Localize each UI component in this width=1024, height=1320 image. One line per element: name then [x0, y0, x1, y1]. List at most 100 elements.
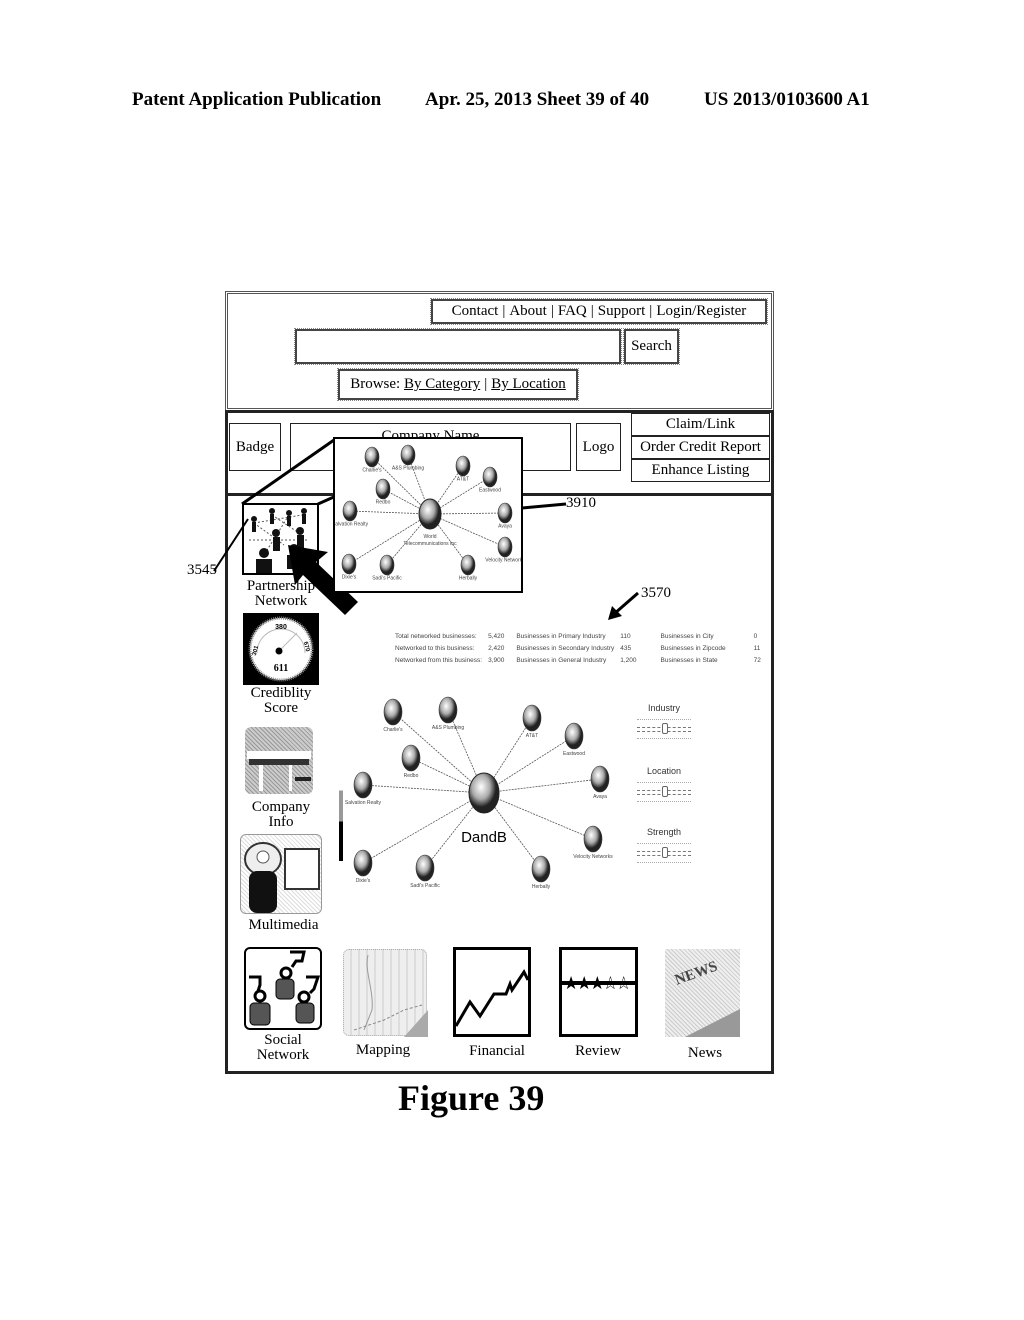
- graph-node-label: Velocity Networks: [485, 558, 521, 564]
- popup-center-label: Telecommunications Inc: [403, 541, 457, 547]
- graph-node[interactable]: [364, 446, 380, 468]
- graph-node[interactable]: [497, 536, 513, 558]
- slider-thumb[interactable]: [662, 786, 668, 797]
- graph-node[interactable]: [497, 502, 513, 524]
- graph-node-label: Dixie's: [356, 878, 371, 884]
- building-icon: [247, 751, 311, 791]
- browse-separator: |: [484, 376, 488, 392]
- nav-support[interactable]: Support: [598, 303, 646, 320]
- claim-link-button[interactable]: Claim/Link: [631, 413, 770, 436]
- stat-value: 72: [753, 657, 761, 664]
- graph-node-label: Avaya: [593, 794, 607, 800]
- filter-slider[interactable]: [637, 786, 691, 797]
- publication-label: Patent Application Publication: [132, 89, 382, 110]
- browse-label: Browse:: [350, 376, 401, 392]
- search-button[interactable]: Search: [623, 328, 680, 365]
- graph-center-node[interactable]: [418, 498, 442, 530]
- stat-value: 2,420: [488, 645, 505, 652]
- camera-icon: [244, 842, 320, 913]
- star-filled-icon[interactable]: ★: [589, 973, 605, 993]
- star-empty-icon[interactable]: ☆: [602, 973, 618, 993]
- social-network-tile[interactable]: [244, 947, 322, 1030]
- graph-node-label: Velocity Networks: [573, 854, 613, 860]
- nav-about[interactable]: About: [509, 303, 547, 320]
- enhance-listing-button[interactable]: Enhance Listing: [631, 459, 770, 482]
- stat-value: 110: [620, 633, 631, 640]
- filter-slider[interactable]: [637, 723, 691, 734]
- graph-node-label: AT&T: [457, 477, 469, 483]
- graph-node[interactable]: [379, 554, 395, 576]
- graph-node-label: Eastwood: [563, 751, 585, 757]
- zoom-callout-lines: [241, 438, 337, 506]
- leader-line-3545: [213, 518, 249, 572]
- graph-edge: [349, 510, 431, 515]
- stat-value: 0: [753, 633, 758, 640]
- graph-node[interactable]: [401, 744, 421, 772]
- graph-node-label: Sadi's Pacific: [372, 576, 402, 582]
- graph-node[interactable]: [564, 722, 584, 750]
- graph-node[interactable]: [341, 553, 357, 575]
- filter-top-rule: [637, 843, 691, 845]
- graph-node[interactable]: [438, 696, 458, 724]
- graph-node-label: Herbally: [459, 576, 478, 582]
- graph-node[interactable]: [583, 825, 603, 853]
- stat-label: Networked to this business:: [395, 645, 475, 652]
- graph-node[interactable]: [455, 455, 471, 477]
- browse-by-location-link[interactable]: By Location: [491, 376, 566, 393]
- network-scale-bar[interactable]: [339, 773, 343, 861]
- graph-edge: [483, 778, 601, 794]
- star-filled-icon[interactable]: ★: [576, 973, 592, 993]
- company-info-tile[interactable]: [245, 727, 313, 794]
- popup-center-label: World: [424, 534, 437, 540]
- filter-top-rule: [637, 782, 691, 784]
- graph-node-label: A&S Plumbing: [392, 466, 424, 472]
- graph-edge: [362, 784, 485, 794]
- stat-label: Businesses in Zipcode: [660, 645, 726, 652]
- multimedia-tile[interactable]: [240, 834, 322, 914]
- slider-thumb[interactable]: [662, 723, 668, 734]
- stat-value: 11: [753, 645, 761, 652]
- browse-by-category-link[interactable]: By Category: [404, 376, 480, 393]
- credibility-score-tile[interactable]: 380 301 670 611: [243, 613, 319, 685]
- mapping-tile[interactable]: [343, 949, 428, 1037]
- graph-node[interactable]: [383, 698, 403, 726]
- network-zoom-popup[interactable]: Charlie's A&S Plumbing AT&T Eastwood Avaya Ve…: [332, 437, 525, 593]
- financial-tile[interactable]: [453, 947, 531, 1037]
- stat-label: Businesses in General Industry: [516, 657, 607, 664]
- mapping-label: Mapping: [355, 1042, 411, 1058]
- graph-node[interactable]: [353, 849, 373, 877]
- review-tile[interactable]: ★★★☆☆: [559, 947, 638, 1037]
- svg-text:NEWS: NEWS: [673, 959, 720, 989]
- nav-contact[interactable]: Contact: [452, 303, 499, 320]
- graph-node[interactable]: [353, 771, 373, 799]
- filter-industry: Industry: [635, 703, 693, 746]
- filter-slider[interactable]: [637, 847, 691, 858]
- news-tile[interactable]: NEWS: [665, 949, 740, 1037]
- stat-label: Businesses in State: [660, 657, 718, 664]
- filter-location: Location: [635, 766, 693, 809]
- search-input[interactable]: [294, 328, 622, 365]
- graph-node[interactable]: [522, 704, 542, 732]
- dandb-network-graph[interactable]: Charlie's A&S Plumbing AT&T Eastwood Redbo Av…: [336, 690, 626, 905]
- star-filled-icon[interactable]: ★: [563, 973, 579, 993]
- graph-node[interactable]: [590, 765, 610, 793]
- graph-center-node[interactable]: [468, 772, 500, 814]
- order-credit-report-button[interactable]: Order Credit Report: [631, 436, 770, 459]
- nav-login-register[interactable]: Login/Register: [656, 303, 746, 320]
- graph-node[interactable]: [415, 854, 435, 882]
- graph-node[interactable]: [482, 466, 498, 488]
- graph-node[interactable]: [460, 554, 476, 576]
- star-rating[interactable]: ★★★☆☆: [563, 973, 632, 993]
- graph-node[interactable]: [531, 855, 551, 883]
- slider-thumb[interactable]: [662, 847, 668, 858]
- stat-value: 5,420: [488, 633, 505, 640]
- graph-node[interactable]: [400, 444, 416, 466]
- star-empty-icon[interactable]: ☆: [616, 973, 632, 993]
- arrow-3570: [608, 591, 639, 620]
- graph-node[interactable]: [375, 478, 391, 500]
- graph-node[interactable]: [342, 500, 358, 522]
- nav-faq[interactable]: FAQ: [558, 303, 587, 320]
- filter-label: Location: [646, 766, 682, 776]
- filter-bottom-rule: [637, 801, 691, 803]
- stat-value: 1,200: [620, 657, 637, 664]
